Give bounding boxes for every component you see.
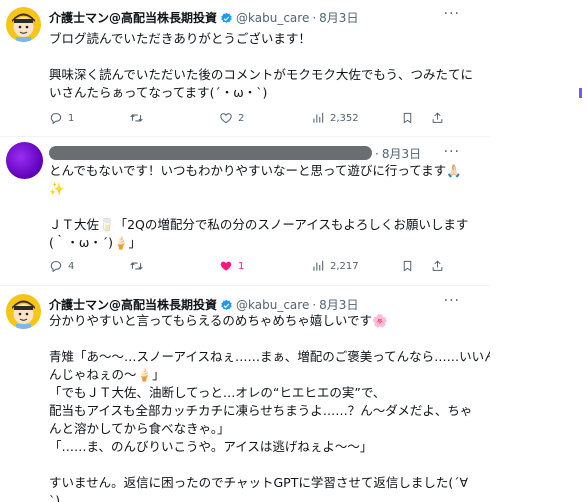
reply-count: 1 xyxy=(68,112,75,124)
reply-button[interactable]: 4 xyxy=(49,259,129,273)
reply-icon xyxy=(50,113,62,125)
tweet-line: 興味深く読んでいただいた後のコメントがモクモク大佐でもう、つみたてに xyxy=(49,67,474,82)
tweet-line: ブログ読んでいただきありがとうございます！ xyxy=(49,31,311,46)
tweet-line: ＪＴ大佐🥛「2Qの増配分で私の分のスノーアイスもよろしくお願いします xyxy=(49,217,469,232)
bookmark-icon xyxy=(403,260,412,272)
more-options-icon[interactable]: ··· xyxy=(444,144,460,160)
separator: · xyxy=(312,11,317,25)
views-icon xyxy=(313,260,324,271)
share-button[interactable] xyxy=(431,259,444,273)
tweet-2[interactable]: · 8月3日 ··· とんでもないです！いつもわかりやすいなーと思って遊びに行って… xyxy=(0,138,490,284)
views-button[interactable]: 2,217 xyxy=(311,259,401,273)
tweet-line: 分かりやすいと言ってもらえるのめちゃめちゃ嬉しいです🌸 xyxy=(49,313,388,328)
retweet-button[interactable] xyxy=(129,259,219,273)
like-icon xyxy=(220,113,232,124)
tweet-line: 配当もアイスも全部カッチカチに凍らせちまうよ……？ん〜ダメだよ、ちゃ xyxy=(49,403,473,418)
author-name[interactable]: 介護士マン@高配当株長期投資 xyxy=(49,298,217,312)
retweet-icon xyxy=(130,114,143,122)
tweet-line: (｀・ω・´)🍦」 xyxy=(49,235,142,250)
views-button[interactable]: 2,352 xyxy=(311,111,401,125)
avatar[interactable] xyxy=(6,294,41,329)
tweet-line: とんでもないです！いつもわかりやすいなーと思って遊びに行ってます🙏🏻 xyxy=(49,163,462,178)
tweet-text: とんでもないです！いつもわかりやすいなーと思って遊びに行ってます🙏🏻 ✨ ＪＴ大… xyxy=(49,162,482,252)
tweet-line xyxy=(49,456,482,474)
action-bar: 1 2 2,352 xyxy=(49,109,459,127)
bookmark-button[interactable] xyxy=(401,111,431,125)
share-icon xyxy=(432,112,443,123)
action-bar: 4 1 2,217 xyxy=(49,257,459,275)
redacted-name xyxy=(49,146,372,160)
like-button[interactable]: 2 xyxy=(219,111,311,125)
more-options-icon[interactable]: ··· xyxy=(444,6,460,22)
share-icon xyxy=(432,260,443,271)
more-options-icon[interactable]: ··· xyxy=(444,293,460,309)
divider xyxy=(0,136,490,137)
tweet-line: 「でもＪＴ大佐、油断してっと…オレの“ヒエヒエの実”で、 xyxy=(49,385,386,400)
tweet-header: 介護士マン@高配当株長期投資 @kabu_care · 8月3日 xyxy=(49,9,358,27)
tweet-line: んじゃねぇの〜🍦」 xyxy=(49,367,165,382)
retweet-icon xyxy=(130,262,143,270)
like-icon xyxy=(220,261,232,271)
tweet-1[interactable]: 介護士マン@高配当株長期投資 @kabu_care · 8月3日 ··· ブログ読んで… xyxy=(0,0,490,136)
share-button[interactable] xyxy=(431,111,444,125)
tweet-3[interactable]: 介護士マン@高配当株長期投資 @kabu_care · 8月3日 ··· 分かりやすい… xyxy=(0,287,490,502)
tweet-date[interactable]: 8月3日 xyxy=(382,147,421,161)
reply-button[interactable]: 1 xyxy=(49,111,129,125)
tweet-line xyxy=(49,330,482,348)
tweet-date[interactable]: 8月3日 xyxy=(319,11,358,25)
reply-thread: 介護士マン@高配当株長期投資 @kabu_care · 8月3日 ··· ブログ読んで… xyxy=(0,0,587,502)
reply-icon xyxy=(50,261,62,273)
views-count: 2,352 xyxy=(330,112,359,124)
tweet-line xyxy=(49,198,482,216)
tweet-line: んと溶かしてから食べなきゃ。」 xyxy=(49,421,230,436)
like-count: 1 xyxy=(238,260,245,272)
avatar[interactable] xyxy=(6,142,43,179)
tweet-line xyxy=(49,48,482,66)
tweet-line: すいません。返信に困ったのでチャットGPTに学習させて返信しました(´∀ xyxy=(49,475,469,490)
bookmark-button[interactable] xyxy=(401,259,431,273)
tweet-header: · 8月3日 xyxy=(49,145,421,163)
separator: · xyxy=(312,298,317,312)
tweet-line: `) xyxy=(49,493,61,502)
like-button[interactable]: 1 xyxy=(219,259,311,273)
views-icon xyxy=(313,112,324,123)
verified-badge-icon xyxy=(220,12,233,30)
tweet-text: ブログ読んでいただきありがとうございます！ 興味深く読んでいただいた後のコメント… xyxy=(49,30,482,102)
bookmark-icon xyxy=(403,112,412,124)
scroll-indicator[interactable] xyxy=(579,88,582,98)
author-name[interactable]: 介護士マン@高配当株長期投資 xyxy=(49,11,217,25)
tweet-line: いさんたらぁってなってます(´・ω・`) xyxy=(49,85,268,100)
author-handle[interactable]: @kabu_care xyxy=(236,11,309,25)
tweet-date[interactable]: 8月3日 xyxy=(319,298,358,312)
tweet-line: ✨ xyxy=(49,181,65,196)
divider xyxy=(0,285,490,286)
retweet-button[interactable] xyxy=(129,111,219,125)
author-handle[interactable]: @kabu_care xyxy=(236,298,309,312)
reply-count: 4 xyxy=(68,260,75,272)
tweet-text: 分かりやすいと言ってもらえるのめちゃめちゃ嬉しいです🌸 青雉「あ〜〜…スノーアイ… xyxy=(49,312,490,502)
like-count: 2 xyxy=(238,112,245,124)
avatar[interactable] xyxy=(6,7,41,42)
tweet-line: 「……ま、のんびりいこうや。アイスは逃げねぇよ〜〜」 xyxy=(49,439,373,454)
separator: · xyxy=(375,147,379,161)
views-count: 2,217 xyxy=(330,260,359,272)
tweet-line: 青雉「あ〜〜…スノーアイスねぇ……まぁ、増配のご褒美ってんなら……いいん xyxy=(49,349,490,364)
